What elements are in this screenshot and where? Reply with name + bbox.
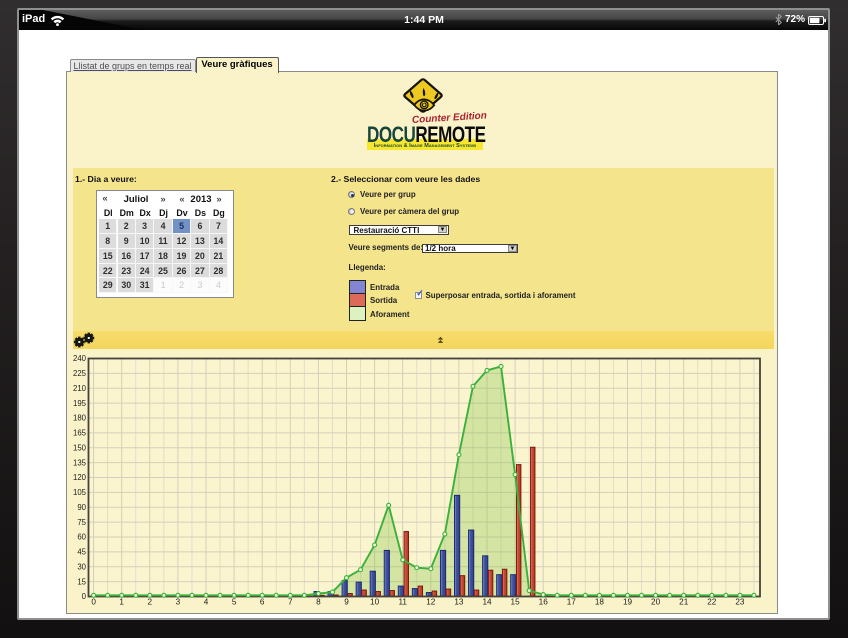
svg-text:225: 225 (73, 369, 87, 378)
svg-text:13: 13 (454, 598, 464, 607)
svg-text:5: 5 (232, 598, 237, 607)
svg-text:15: 15 (511, 598, 521, 607)
svg-text:18: 18 (595, 598, 605, 607)
svg-text:17: 17 (567, 598, 577, 607)
svg-text:9: 9 (344, 598, 349, 607)
svg-text:165: 165 (73, 429, 87, 438)
svg-text:240: 240 (73, 354, 87, 363)
svg-text:20: 20 (651, 598, 661, 607)
svg-text:12: 12 (426, 598, 436, 607)
svg-text:7: 7 (288, 598, 293, 607)
svg-text:6: 6 (260, 598, 265, 607)
svg-text:150: 150 (73, 443, 87, 452)
svg-text:75: 75 (77, 518, 86, 527)
svg-text:14: 14 (482, 598, 492, 607)
svg-text:135: 135 (73, 458, 87, 467)
svg-text:195: 195 (73, 399, 87, 408)
svg-text:22: 22 (707, 598, 717, 607)
svg-text:210: 210 (73, 384, 87, 393)
svg-text:30: 30 (77, 562, 86, 571)
svg-text:11: 11 (398, 598, 407, 607)
svg-text:16: 16 (539, 598, 549, 607)
svg-text:2: 2 (148, 598, 153, 607)
svg-text:0: 0 (82, 592, 87, 601)
svg-text:3: 3 (176, 598, 181, 607)
svg-text:4: 4 (204, 598, 209, 607)
svg-text:0: 0 (91, 598, 96, 607)
svg-text:8: 8 (316, 598, 321, 607)
svg-text:10: 10 (370, 598, 380, 607)
svg-text:45: 45 (77, 548, 86, 557)
svg-text:90: 90 (77, 503, 86, 512)
svg-text:60: 60 (77, 533, 86, 542)
svg-text:23: 23 (735, 598, 745, 607)
svg-text:120: 120 (73, 473, 87, 482)
svg-text:19: 19 (623, 598, 633, 607)
svg-text:15: 15 (77, 577, 86, 586)
svg-text:105: 105 (73, 488, 87, 497)
svg-text:21: 21 (679, 598, 689, 607)
svg-text:180: 180 (73, 414, 87, 423)
svg-text:1: 1 (119, 598, 124, 607)
